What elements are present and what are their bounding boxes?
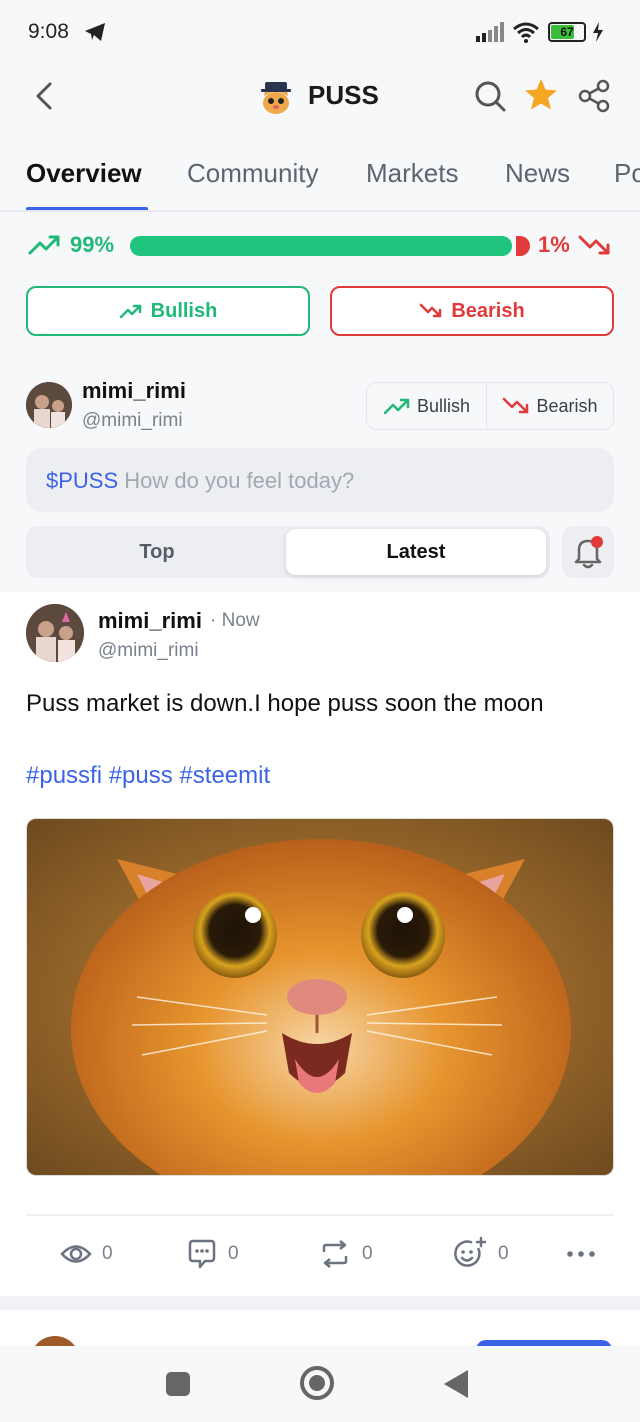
share-icon[interactable]	[576, 78, 612, 114]
post-avatar[interactable]	[26, 604, 84, 662]
tab-news[interactable]: News	[505, 158, 570, 189]
react-button[interactable]: 0	[452, 1234, 509, 1274]
sort-toggle: Top Latest	[26, 526, 550, 578]
puss-logo-icon	[256, 76, 296, 116]
repost-icon	[322, 1240, 348, 1268]
post-username[interactable]: mimi_rimi	[98, 608, 202, 634]
active-tab-indicator	[26, 207, 148, 210]
tab-overview[interactable]: Overview	[26, 158, 142, 189]
search-icon[interactable]	[472, 78, 508, 114]
bullish-bar-fill	[130, 236, 512, 256]
sort-top-button[interactable]: Top	[26, 526, 288, 578]
bearish-tag-button[interactable]: Bearish	[487, 383, 613, 429]
post-card: mimi_rimi · Now @mimi_rimi Puss market i…	[0, 592, 640, 1296]
system-back-button[interactable]	[444, 1370, 468, 1398]
post-divider	[26, 1214, 614, 1216]
reactions-count: 0	[498, 1243, 509, 1264]
bearish-button[interactable]: Bearish	[330, 286, 614, 336]
back-button[interactable]	[30, 78, 62, 114]
next-post-avatar[interactable]	[30, 1336, 80, 1346]
more-options-button[interactable]	[566, 1234, 596, 1274]
composer-username: mimi_rimi	[82, 378, 186, 403]
post-hashtags[interactable]: #pussfi #puss #steemit	[26, 762, 270, 790]
notification-button[interactable]	[562, 526, 614, 578]
star-icon[interactable]	[522, 76, 560, 114]
bearish-tag-label: Bearish	[536, 395, 598, 416]
bearish-bar-fill	[516, 236, 530, 256]
sentiment-bar: 99% 1%	[0, 226, 640, 266]
bell-icon	[574, 539, 602, 569]
eye-icon	[60, 1245, 92, 1263]
post-body: Puss market is down.I hope puss soon the…	[26, 690, 544, 717]
comment-button[interactable]: 0	[186, 1234, 239, 1274]
sort-latest-button[interactable]: Latest	[286, 529, 546, 575]
signal-icon	[476, 22, 506, 47]
comments-count: 0	[228, 1243, 239, 1264]
trend-down-icon	[578, 233, 612, 262]
bullish-tag-button[interactable]: Bullish	[367, 383, 487, 429]
charging-icon	[592, 22, 604, 47]
trend-up-icon	[28, 233, 62, 262]
trend-up-icon	[383, 398, 410, 415]
bearish-percent: 1%	[538, 232, 570, 257]
post-image[interactable]	[26, 818, 614, 1176]
post-separator	[0, 1296, 640, 1310]
trend-down-icon	[420, 303, 442, 318]
kitten-image	[27, 819, 613, 1175]
tab-markets[interactable]: Markets	[366, 158, 458, 189]
recent-apps-button[interactable]	[166, 1372, 190, 1396]
comment-icon	[188, 1239, 216, 1269]
post-composer-input[interactable]: $PUSS How do you feel today?	[26, 448, 614, 512]
bullish-button-label: Bullish	[150, 299, 218, 322]
tab-community[interactable]: Community	[187, 158, 318, 189]
status-time: 9:08	[28, 20, 69, 43]
sentiment-toggle: Bullish Bearish	[366, 382, 614, 430]
composer-handle: @mimi_rimi	[82, 410, 183, 431]
wifi-icon	[512, 21, 540, 48]
bullish-percent: 99%	[70, 232, 115, 257]
battery-level: 67	[560, 25, 574, 39]
reposts-count: 0	[362, 1243, 373, 1264]
notification-dot	[591, 536, 603, 548]
status-bar: 9:08 67	[0, 0, 640, 64]
more-icon	[567, 1251, 595, 1257]
telegram-icon	[84, 22, 106, 47]
repost-button[interactable]: 0	[318, 1234, 373, 1274]
bullish-button[interactable]: Bullish	[26, 286, 310, 336]
tab-bar: Overview Community Markets News Po	[0, 148, 640, 212]
tab-more[interactable]: Po	[614, 158, 640, 189]
page-title: PUSS	[308, 80, 379, 110]
post-handle: @mimi_rimi	[98, 640, 199, 661]
trend-up-icon	[119, 304, 141, 319]
bearish-button-label: Bearish	[451, 299, 525, 322]
system-nav-bar	[0, 1346, 640, 1422]
ticker-prefix: $PUSS	[46, 468, 119, 493]
views-button[interactable]: 0	[60, 1234, 113, 1274]
composer-placeholder: How do you feel today?	[124, 468, 355, 493]
trend-down-icon	[503, 397, 529, 414]
add-reaction-icon	[454, 1236, 487, 1267]
avatar[interactable]	[26, 382, 72, 428]
home-button[interactable]	[300, 1366, 334, 1400]
next-post-preview	[0, 1310, 640, 1346]
post-timestamp: · Now	[210, 610, 260, 631]
views-count: 0	[102, 1243, 113, 1264]
app-header: PUSS	[0, 64, 640, 130]
bullish-tag-label: Bullish	[416, 395, 471, 416]
battery-icon: 67	[548, 22, 586, 42]
